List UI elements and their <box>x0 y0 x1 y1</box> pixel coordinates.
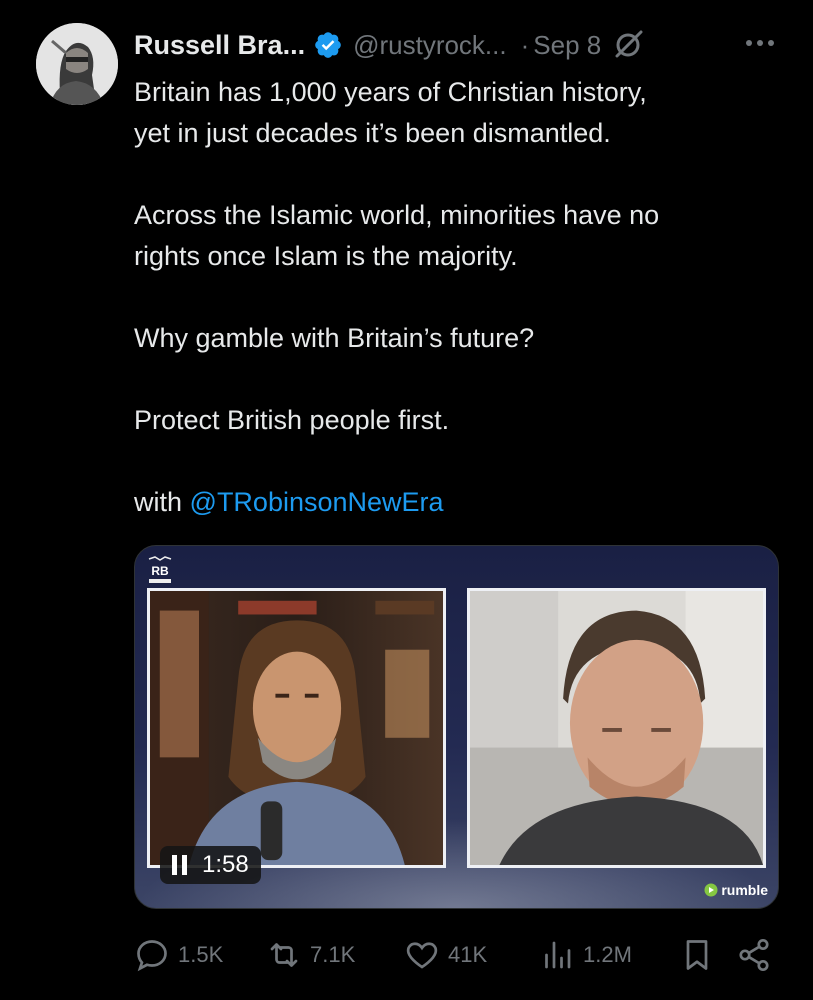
share-icon <box>739 938 769 972</box>
video-duration: 1:58 <box>202 851 249 878</box>
views-button[interactable]: 1.2M <box>539 930 632 980</box>
verified-badge-icon[interactable] <box>313 30 343 60</box>
author-handle[interactable]: @rustyrock... <box>353 30 507 61</box>
playback-control[interactable]: 1:58 <box>160 846 261 884</box>
author-name[interactable]: Russell Bra... <box>134 30 305 61</box>
rumble-label: rumble <box>721 882 768 898</box>
more-icon[interactable] <box>743 26 777 60</box>
video-frame-right <box>467 588 766 868</box>
bookmark-icon <box>686 940 708 970</box>
separator-dot: · <box>520 29 530 60</box>
video-player[interactable]: RB 1:58 rumble <box>134 545 779 909</box>
bookmark-button[interactable] <box>679 930 715 980</box>
tweet-date[interactable]: Sep 8 <box>533 30 601 61</box>
views-icon <box>545 941 571 969</box>
like-count: 41K <box>448 942 488 967</box>
reply-icon <box>137 940 167 972</box>
tweet-line: Britain has 1,000 years of Christian his… <box>134 77 647 107</box>
rb-logo-text: RB <box>151 564 169 578</box>
views-count: 1.2M <box>583 942 632 967</box>
tweet-line: Protect British people first. <box>134 405 450 435</box>
grok-icon[interactable] <box>611 28 645 62</box>
repost-icon <box>270 943 298 967</box>
tweet-line: Why gamble with Britain’s future? <box>134 323 535 353</box>
reply-button[interactable]: 1.5K <box>134 930 223 980</box>
like-button[interactable]: 41K <box>404 930 487 980</box>
rumble-icon <box>704 883 718 897</box>
rb-logo-icon: RB <box>148 556 172 583</box>
repost-count: 7.1K <box>310 942 356 967</box>
tweet-text: Britain has 1,000 years of Christian his… <box>134 72 784 523</box>
like-icon <box>406 942 438 969</box>
with-prefix: with <box>134 487 190 517</box>
reply-count: 1.5K <box>178 942 224 967</box>
avatar[interactable] <box>36 23 118 105</box>
rumble-watermark: rumble <box>704 882 768 898</box>
mention-link[interactable]: @TRobinsonNewEra <box>190 487 444 517</box>
tweet-actions: 1.5K 7.1K 41K 1.2M <box>134 930 779 980</box>
mention-line: with @TRobinsonNewEra <box>134 482 784 523</box>
tweet-header: Russell Bra... @rustyrock... · Sep 8 <box>134 24 784 66</box>
tweet-line: Across the Islamic world, minorities hav… <box>134 200 660 230</box>
video-frame-left <box>147 588 446 868</box>
pause-icon[interactable] <box>172 855 188 875</box>
tweet-line: yet in just decades it’s been dismantled… <box>134 118 611 148</box>
tweet-line: rights once Islam is the majority. <box>134 241 518 271</box>
share-button[interactable] <box>736 930 772 980</box>
repost-button[interactable]: 7.1K <box>266 930 355 980</box>
